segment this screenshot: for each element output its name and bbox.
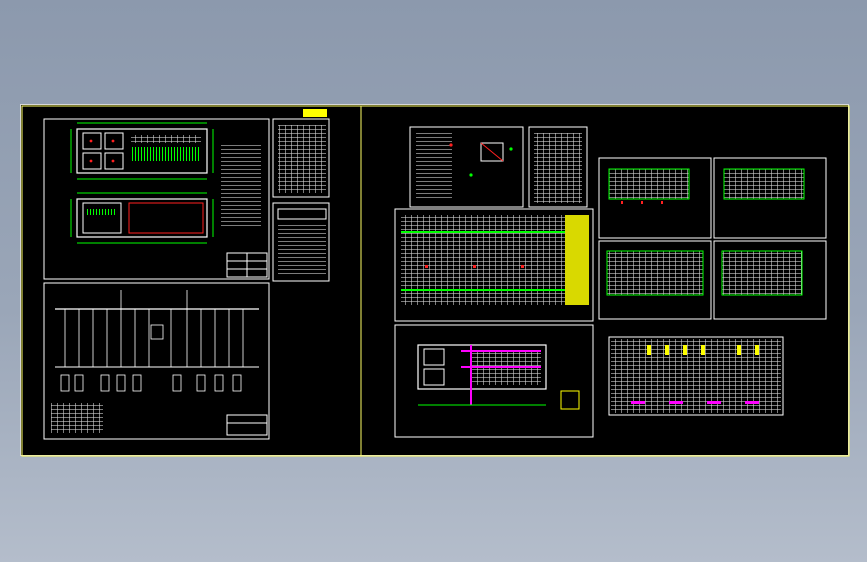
cad-drawing-viewport[interactable] bbox=[20, 104, 850, 457]
cad-drawing-canvas bbox=[21, 105, 850, 457]
plan-sheet-2[interactable] bbox=[394, 324, 594, 438]
detail-sheet[interactable] bbox=[409, 126, 524, 208]
small-table-3[interactable] bbox=[598, 240, 712, 320]
schedule-sheet-1[interactable] bbox=[272, 109, 330, 198]
small-table-1[interactable] bbox=[598, 157, 712, 239]
small-table-2[interactable] bbox=[713, 157, 827, 239]
switchgear-table[interactable] bbox=[608, 336, 784, 416]
single-line-diagram-sheet[interactable] bbox=[43, 282, 270, 440]
panel-schedule-sheet[interactable] bbox=[394, 208, 594, 322]
small-table-4[interactable] bbox=[713, 240, 827, 320]
schedule-sheet-2[interactable] bbox=[272, 202, 330, 282]
floor-plan-sheet[interactable] bbox=[43, 118, 270, 280]
notes-sheet[interactable] bbox=[528, 126, 588, 208]
